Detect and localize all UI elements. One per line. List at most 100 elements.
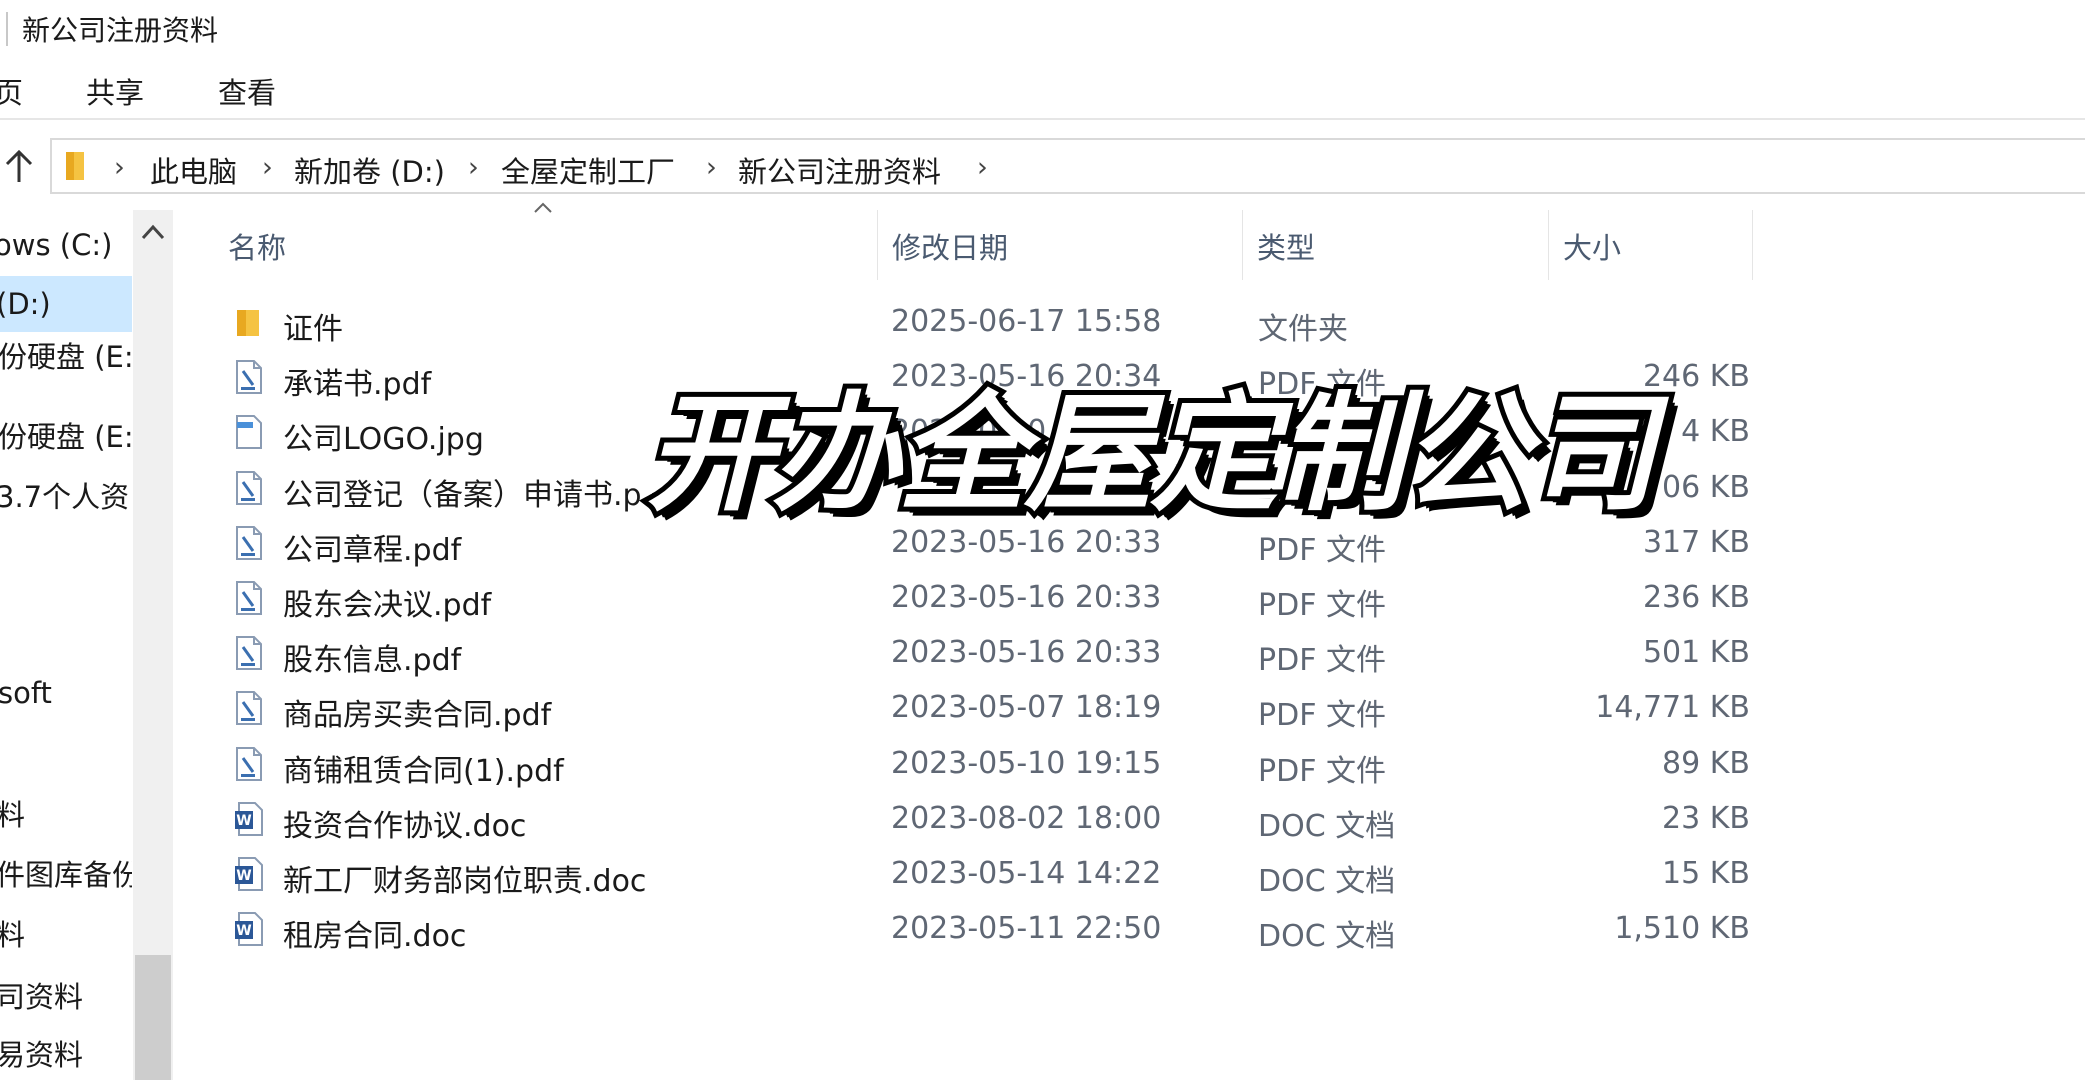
address-bar[interactable]: › 此电脑 › 新加卷 (D:) › 全屋定制工厂 › 新公司注册资料 › <box>50 138 2085 194</box>
column-header-size[interactable]: 大小 <box>1551 210 1751 272</box>
folder-icon <box>64 150 90 182</box>
file-row[interactable]: W 租房合同.doc 2023-05-11 22:50 DOC 文档 1,510 KB <box>225 901 1750 956</box>
pdf-file-icon <box>233 525 265 561</box>
nav-item-label: 3.7个人资 <box>0 480 130 514</box>
nav-item-label: 份硬盘 (E:) <box>0 420 132 454</box>
file-row[interactable]: 商品房买卖合同.pdf 2023-05-07 18:19 PDF 文件 14,771 … <box>225 680 1750 735</box>
chevron-right-icon[interactable]: › <box>468 152 479 183</box>
breadcrumb-drive-d[interactable]: 新加卷 (D:) <box>294 149 445 191</box>
file-modified-date: 2023-05-16 20:33 <box>891 635 1162 671</box>
chevron-right-icon[interactable]: › <box>262 152 273 183</box>
scrollbar-thumb[interactable] <box>135 955 171 1080</box>
nav-scrollbar[interactable] <box>133 210 173 1080</box>
file-row[interactable]: W 新工厂财务部岗位职责.doc 2023-05-14 14:22 DOC 文档 15 … <box>225 846 1750 901</box>
column-divider[interactable] <box>1242 210 1243 280</box>
file-size: 89 KB <box>1662 745 1750 781</box>
nav-item-backup-drive[interactable]: 份硬盘 (E: <box>0 332 132 382</box>
column-divider[interactable] <box>877 210 878 280</box>
breadcrumb-this-pc[interactable]: 此电脑 <box>150 149 237 191</box>
nav-item-personal[interactable]: 3.7个人资 <box>0 472 132 522</box>
up-arrow-icon[interactable] <box>2 146 36 186</box>
column-header-type[interactable]: 类型 <box>1245 210 1545 272</box>
file-size: 14,771 KB <box>1595 690 1750 726</box>
file-name: 租房合同.doc <box>283 919 467 955</box>
file-row[interactable]: 商铺租赁合同(1).pdf 2023-05-10 19:15 PDF 文件 89 KB <box>225 736 1750 791</box>
window-title: 新公司注册资料 <box>22 14 219 47</box>
file-modified-date: 2023-05-14 14:22 <box>891 856 1162 891</box>
file-row[interactable]: 股东信息.pdf 2023-05-16 20:33 PDF 文件 501 KB <box>225 625 1750 680</box>
file-row[interactable]: W 投资合作协议.doc 2023-08-02 18:00 DOC 文档 23 KB <box>225 791 1750 846</box>
file-row[interactable]: 公司登记（备案）申请书.p 06 KB <box>225 460 1750 515</box>
nav-item-drive-c[interactable]: ows (C:) <box>0 220 132 270</box>
nav-item-label: 料 <box>0 798 26 832</box>
nav-item-label: 易资料 <box>0 1038 84 1072</box>
file-type: 文件夹 <box>1258 312 1348 347</box>
nav-item-label: (D:) <box>0 287 51 321</box>
file-row[interactable]: 公司章程.pdf 2023-05-16 20:33 PDF 文件 317 KB <box>225 515 1750 570</box>
column-divider[interactable] <box>1548 210 1549 280</box>
column-header-date[interactable]: 修改日期 <box>880 210 1240 272</box>
nav-item-folder[interactable]: 料 <box>0 910 132 960</box>
file-name: 商铺租赁合同(1).pdf <box>283 753 564 789</box>
column-header-name[interactable]: 名称 <box>225 210 875 272</box>
file-size: 501 KB <box>1642 635 1750 671</box>
nav-item-label: 份硬盘 (E: <box>0 340 132 374</box>
nav-item-folder[interactable]: 件图库备份 <box>0 850 132 900</box>
folder-icon <box>233 304 265 340</box>
pdf-file-icon <box>233 580 265 616</box>
title-separator <box>6 12 8 46</box>
breadcrumb-factory[interactable]: 全屋定制工厂 <box>501 149 675 191</box>
file-size: 23 KB <box>1662 800 1750 836</box>
ribbon-tabs: 页 共享 查看 <box>0 62 2085 120</box>
file-name: 新工厂财务部岗位职责.doc <box>283 864 647 899</box>
nav-item-microsoft[interactable]: soft <box>0 668 132 718</box>
file-type: PDF 文件 <box>1258 367 1386 403</box>
nav-item-label: soft <box>0 676 52 710</box>
file-row[interactable]: 公司LOGO.jpg 2023-05-0 4 KB <box>225 404 1750 459</box>
nav-item-folder[interactable]: 易资料 <box>0 1030 132 1080</box>
file-modified-date: 2023-08-02 18:00 <box>891 800 1162 836</box>
pdf-file-icon <box>233 359 265 395</box>
nav-item-drive-d[interactable]: (D:) <box>0 276 132 332</box>
column-header-label: 名称 <box>228 231 287 265</box>
breadcrumb-current-folder[interactable]: 新公司注册资料 <box>738 149 941 191</box>
column-header-label: 类型 <box>1257 231 1316 265</box>
file-size: 246 KB <box>1642 359 1750 395</box>
chevron-right-icon[interactable]: › <box>114 152 125 183</box>
file-size: 15 KB <box>1662 856 1750 891</box>
file-name: 商品房买卖合同.pdf <box>283 698 552 734</box>
chevron-up-icon[interactable] <box>139 220 167 244</box>
chevron-right-icon[interactable]: › <box>706 152 717 183</box>
tab-home[interactable]: 页 <box>0 70 23 112</box>
chevron-right-icon[interactable]: › <box>977 152 988 183</box>
tab-view[interactable]: 查看 <box>218 70 276 112</box>
nav-item-label: 料 <box>0 918 26 952</box>
file-row[interactable]: 股东会决议.pdf 2023-05-16 20:33 PDF 文件 236 KB <box>225 570 1750 625</box>
column-header-label: 修改日期 <box>892 231 1009 265</box>
file-type: DOC 文档 <box>1258 864 1396 899</box>
file-type: PDF 文件 <box>1258 643 1386 679</box>
file-modified-date: 2025-06-17 15:58 <box>891 304 1162 339</box>
column-divider[interactable] <box>1752 210 1753 280</box>
file-name: 股东信息.pdf <box>283 643 462 679</box>
file-size: 1,510 KB <box>1614 911 1750 947</box>
file-type: PDF 文件 <box>1258 753 1386 789</box>
nav-item-label: 件图库备份 <box>0 858 132 892</box>
pdf-file-icon <box>233 470 265 506</box>
file-size: 317 KB <box>1642 524 1750 560</box>
file-size: 06 KB <box>1662 469 1750 505</box>
file-modified-date: 2023-05-07 18:19 <box>891 690 1162 726</box>
nav-item-label: 司资料 <box>0 980 84 1014</box>
folder-row[interactable]: 证件 2025-06-17 15:58 文件夹 <box>225 294 1750 349</box>
tab-share[interactable]: 共享 <box>86 70 144 112</box>
svg-text:W: W <box>236 868 251 884</box>
nav-item-backup-drive-e[interactable]: 份硬盘 (E:) <box>0 412 132 462</box>
nav-item-folder[interactable]: 司资料 <box>0 972 132 1022</box>
svg-text:W: W <box>236 923 251 939</box>
nav-item-folder[interactable]: 料 <box>0 790 132 840</box>
file-size: 236 KB <box>1642 580 1750 615</box>
file-row[interactable]: 承诺书.pdf 2023-05-16 20:34 PDF 文件 246 KB <box>225 349 1750 404</box>
word-doc-icon: W <box>233 911 265 947</box>
file-name: 股东会决议.pdf <box>283 588 492 623</box>
file-name: 投资合作协议.doc <box>283 808 527 844</box>
